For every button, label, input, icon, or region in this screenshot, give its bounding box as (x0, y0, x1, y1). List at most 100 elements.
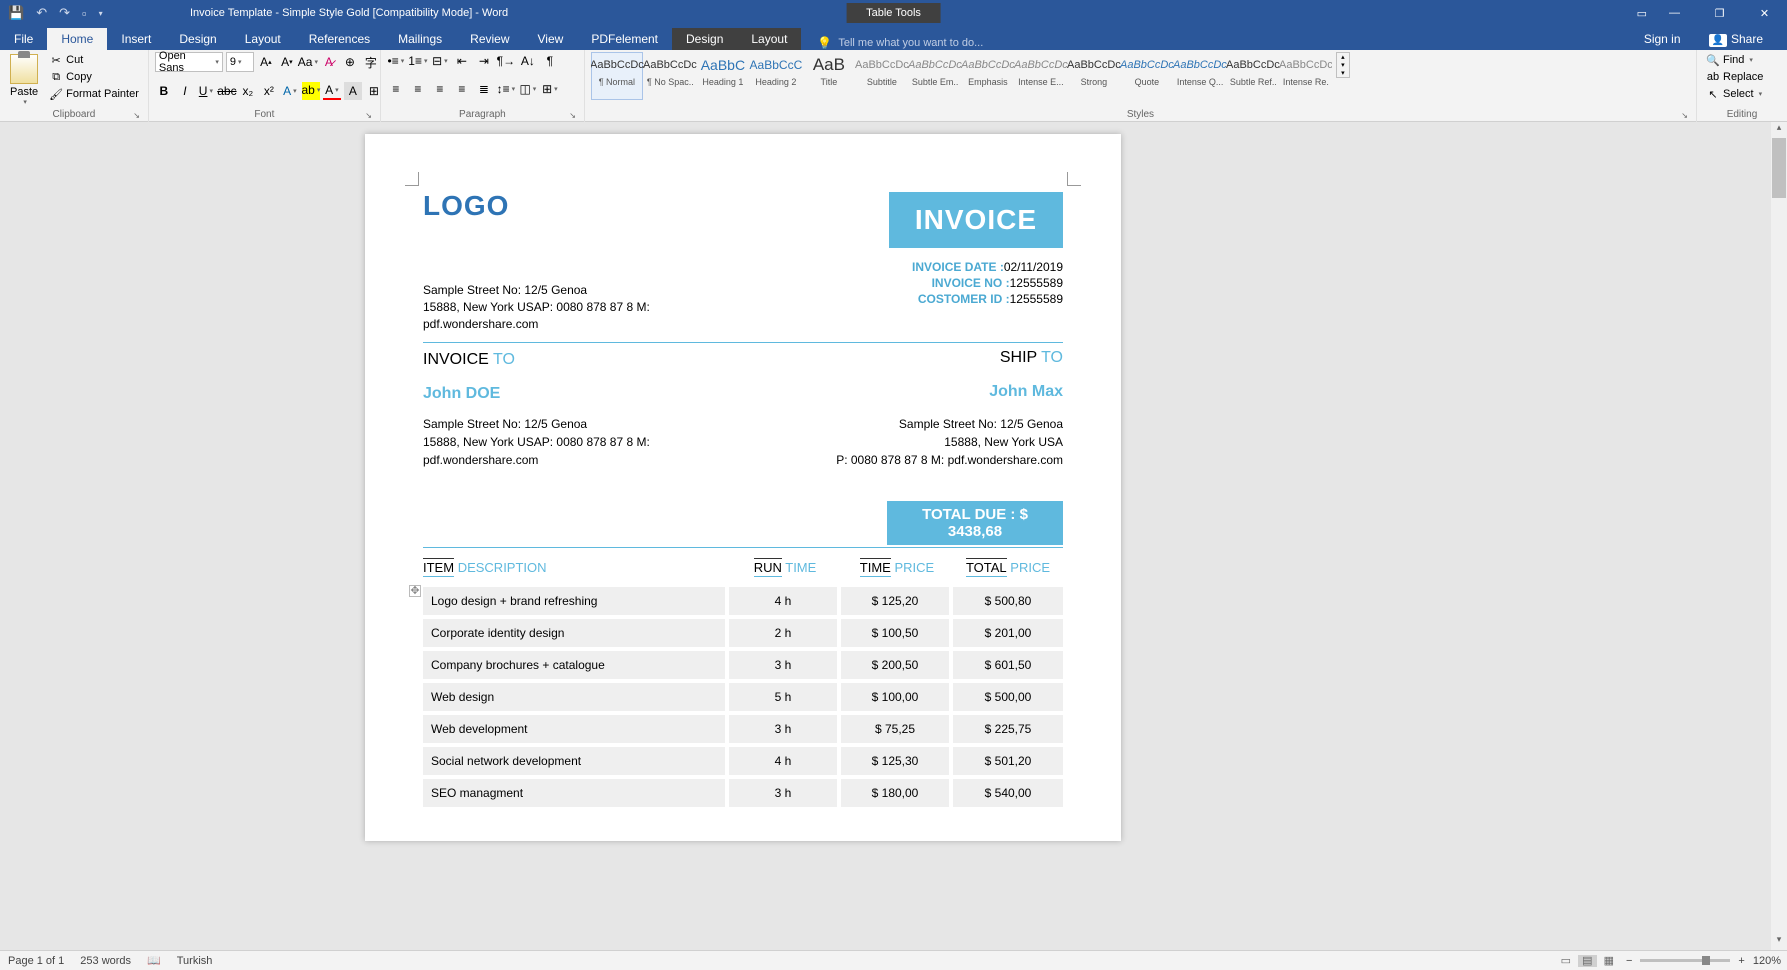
language-status[interactable]: Turkish (177, 955, 213, 967)
style-item[interactable]: AaBbCcDcSubtle Ref... (1227, 52, 1279, 100)
tab-file[interactable]: File (0, 28, 47, 50)
invoice-table[interactable]: Logo design + brand refreshing4 h$ 125,2… (423, 587, 1063, 807)
clipboard-launcher-icon[interactable]: ↘ (133, 111, 140, 120)
shading-button[interactable]: ◫▾ (519, 80, 537, 98)
ship-to-name[interactable]: John Max (423, 383, 1063, 401)
font-launcher-icon[interactable]: ↘ (365, 111, 372, 120)
table-row[interactable]: Social network development4 h$ 125,30$ 5… (423, 747, 1063, 775)
increase-indent-button[interactable]: ⇥ (475, 52, 493, 70)
superscript-button[interactable]: x² (260, 82, 278, 100)
web-layout-button[interactable]: ▦ (1600, 955, 1618, 967)
styles-launcher-icon[interactable]: ↘ (1681, 111, 1688, 120)
align-left-button[interactable]: ≡ (387, 80, 405, 98)
page-status[interactable]: Page 1 of 1 (8, 955, 64, 967)
read-mode-button[interactable]: ▭ (1557, 955, 1575, 967)
font-color-button[interactable]: A▾ (323, 82, 341, 100)
zoom-slider[interactable] (1640, 959, 1730, 962)
tab-references[interactable]: References (295, 28, 384, 50)
sort-button[interactable]: A↓ (519, 52, 537, 70)
text-effects-button[interactable]: A▾ (281, 82, 299, 100)
close-button[interactable]: ✕ (1742, 0, 1787, 26)
table-row[interactable]: Web development3 h$ 75,25$ 225,75 (423, 715, 1063, 743)
show-marks-button[interactable]: ¶ (541, 52, 559, 70)
print-layout-button[interactable]: ▤ (1578, 955, 1596, 967)
italic-button[interactable]: I (176, 82, 194, 100)
total-due-badge[interactable]: TOTAL DUE : $ 3438,68 (887, 501, 1063, 545)
tab-pdfelement[interactable]: PDFelement (577, 28, 672, 50)
select-button[interactable]: ↖Select▾ (1703, 86, 1766, 102)
save-icon[interactable]: 💾 (8, 5, 24, 21)
numbering-button[interactable]: 1≡▾ (409, 52, 427, 70)
shrink-font-button[interactable]: A▾ (278, 53, 296, 71)
distributed-button[interactable]: ≣ (475, 80, 493, 98)
table-row[interactable]: Corporate identity design2 h$ 100,50$ 20… (423, 619, 1063, 647)
replace-button[interactable]: abReplace (1703, 69, 1766, 85)
ltr-button[interactable]: ¶→ (497, 52, 515, 70)
style-item[interactable]: AaBbCcDcSubtitle (856, 52, 908, 100)
vertical-scrollbar[interactable]: ▴ ▾ (1771, 122, 1787, 950)
qat-customize-icon[interactable]: ▾ (99, 9, 103, 18)
style-item[interactable]: AaBbCcDcQuote (1121, 52, 1173, 100)
align-right-button[interactable]: ≡ (431, 80, 449, 98)
style-item[interactable]: AaBTitle (803, 52, 855, 100)
table-move-handle-icon[interactable]: ✥ (409, 585, 421, 597)
font-size-combo[interactable]: 9▾ (226, 52, 254, 72)
change-case-button[interactable]: Aa▾ (299, 53, 317, 71)
tell-me-search[interactable]: 💡 Tell me what you want to do... (817, 36, 983, 50)
style-item[interactable]: AaBbCcDcEmphasis (962, 52, 1014, 100)
scroll-thumb[interactable] (1772, 138, 1786, 198)
decrease-indent-button[interactable]: ⇤ (453, 52, 471, 70)
zoom-out-button[interactable]: − (1626, 955, 1632, 967)
table-row[interactable]: Logo design + brand refreshing4 h$ 125,2… (423, 587, 1063, 615)
proofing-icon[interactable]: 📖 (147, 954, 161, 967)
table-row[interactable]: Web design5 h$ 100,00$ 500,00 (423, 683, 1063, 711)
line-spacing-button[interactable]: ↕≡▾ (497, 80, 515, 98)
paragraph-launcher-icon[interactable]: ↘ (569, 111, 576, 120)
copy-button[interactable]: ⧉Copy (46, 69, 142, 85)
restore-button[interactable]: ❐ (1697, 0, 1742, 26)
styles-gallery[interactable]: AaBbCcDc¶ NormalAaBbCcDc¶ No Spac...AaBb… (591, 52, 1332, 100)
style-item[interactable]: AaBbCcDcIntense Q... (1174, 52, 1226, 100)
table-row[interactable]: Company brochures + catalogue3 h$ 200,50… (423, 651, 1063, 679)
word-count[interactable]: 253 words (80, 955, 131, 967)
table-headers[interactable]: ITEM DESCRIPTION RUN TIME TIME PRICE TOT… (423, 558, 1063, 577)
paste-button[interactable]: Paste ▾ (6, 52, 42, 108)
enclose-button[interactable]: 字 (362, 53, 380, 71)
multilevel-button[interactable]: ⊟▾ (431, 52, 449, 70)
borders-button[interactable]: ⊞▾ (541, 80, 559, 98)
table-row[interactable]: SEO managment3 h$ 180,00$ 540,00 (423, 779, 1063, 807)
undo-icon[interactable]: ↶ (36, 5, 47, 21)
align-center-button[interactable]: ≡ (409, 80, 427, 98)
strikethrough-button[interactable]: abc (218, 82, 236, 100)
invoice-meta[interactable]: INVOICE DATE :02/11/2019 INVOICE NO :125… (912, 260, 1063, 308)
underline-button[interactable]: U▾ (197, 82, 215, 100)
cut-button[interactable]: ✂Cut (46, 52, 142, 68)
new-doc-icon[interactable]: ▫ (82, 6, 87, 21)
char-shading-button[interactable]: A (344, 82, 362, 100)
tab-insert[interactable]: Insert (107, 28, 165, 50)
zoom-in-button[interactable]: + (1738, 955, 1744, 967)
styles-more-button[interactable]: ▴▾▾ (1336, 52, 1350, 78)
tab-design[interactable]: Design (165, 28, 230, 50)
style-item[interactable]: AaBbCHeading 1 (697, 52, 749, 100)
format-painter-button[interactable]: 🖌Format Painter (46, 86, 142, 102)
invoice-badge[interactable]: INVOICE (889, 192, 1063, 248)
minimize-button[interactable]: — (1652, 0, 1697, 26)
ship-to-label[interactable]: SHIP TO (423, 349, 1063, 367)
phonetic-guide-button[interactable]: ⊕ (341, 53, 359, 71)
bullets-button[interactable]: •≡▾ (387, 52, 405, 70)
ribbon-display-options-icon[interactable]: ▭ (1637, 7, 1647, 20)
clear-formatting-button[interactable]: A̷ (320, 53, 338, 71)
font-name-combo[interactable]: Open Sans▾ (155, 52, 223, 72)
style-item[interactable]: AaBbCcDcSubtle Em... (909, 52, 961, 100)
tab-review[interactable]: Review (456, 28, 523, 50)
scroll-up-icon[interactable]: ▴ (1771, 122, 1787, 138)
justify-button[interactable]: ≡ (453, 80, 471, 98)
style-item[interactable]: AaBbCcCHeading 2 (750, 52, 802, 100)
redo-icon[interactable]: ↷ (59, 5, 70, 21)
tab-table-layout[interactable]: Layout (737, 28, 801, 50)
zoom-level[interactable]: 120% (1753, 955, 1781, 967)
grow-font-button[interactable]: A▴ (257, 53, 275, 71)
tab-home[interactable]: Home (47, 28, 107, 50)
style-item[interactable]: AaBbCcDcIntense Re... (1280, 52, 1332, 100)
